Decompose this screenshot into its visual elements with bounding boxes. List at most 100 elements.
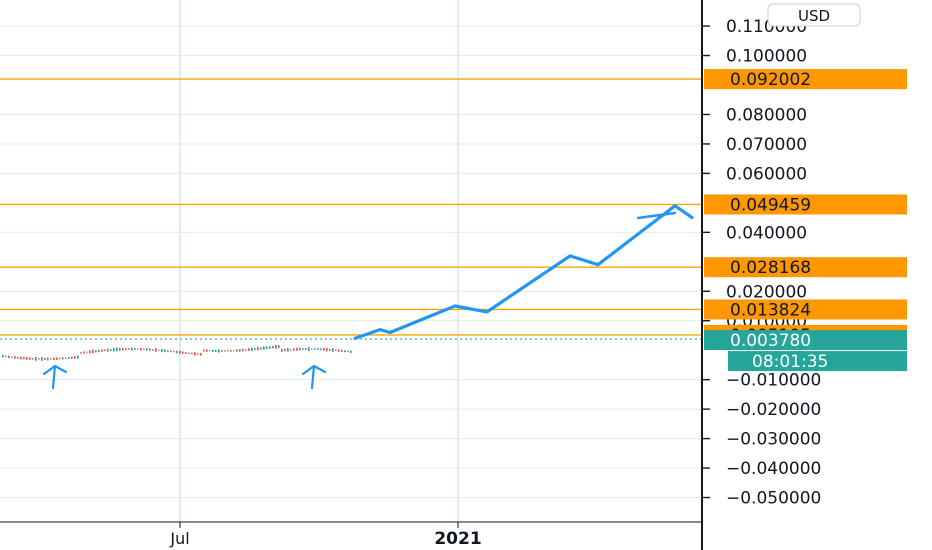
- price-axis-label: 0.040000: [726, 223, 807, 243]
- currency-label[interactable]: USD: [798, 7, 830, 25]
- candle: [263, 346, 265, 350]
- candle: [194, 352, 196, 356]
- candle: [287, 347, 289, 352]
- price-axis-label: 0.060000: [726, 164, 807, 184]
- candle: [119, 347, 121, 351]
- candle: [338, 349, 340, 352]
- time-axis-label: Jul: [169, 529, 189, 548]
- candle: [59, 357, 61, 360]
- candle: [203, 349, 205, 352]
- candle: [92, 349, 94, 354]
- candle: [350, 350, 352, 353]
- up-arrow-icon: [301, 364, 327, 390]
- candle: [41, 357, 43, 361]
- price-axis-label: 0.100000: [726, 47, 807, 67]
- candle: [335, 349, 337, 351]
- candle: [308, 347, 310, 351]
- time-axis-label: 2021: [434, 529, 481, 549]
- candle: [89, 350, 91, 354]
- price-level-tag-label: 0.092002: [730, 70, 811, 90]
- candle: [170, 350, 172, 353]
- price-axis-label: −0.030000: [726, 430, 821, 450]
- candle: [230, 350, 232, 352]
- candle: [128, 348, 130, 350]
- candle: [101, 349, 103, 352]
- candle: [179, 350, 181, 355]
- candle: [83, 351, 85, 354]
- candle: [14, 356, 16, 359]
- candle: [221, 350, 223, 352]
- candle: [47, 357, 49, 361]
- candle: [323, 348, 325, 351]
- candle: [254, 347, 256, 351]
- candle: [209, 350, 211, 352]
- horizontal-price-levels: [0, 78, 702, 340]
- candle: [347, 350, 349, 353]
- candle: [125, 348, 127, 351]
- candle: [341, 349, 343, 352]
- candle: [302, 348, 304, 350]
- candle: [134, 348, 136, 350]
- candle: [182, 351, 184, 354]
- candle: [56, 357, 58, 361]
- candle: [167, 350, 169, 352]
- candle: [317, 348, 319, 351]
- candle: [26, 356, 28, 360]
- candle: [8, 355, 10, 359]
- candle: [110, 348, 112, 351]
- price-axis-label: 0.080000: [726, 105, 807, 125]
- annotation-arrows: [42, 364, 327, 390]
- candle: [173, 351, 175, 353]
- price-axis-label: −0.020000: [726, 400, 821, 420]
- candle: [239, 349, 241, 352]
- candle: [224, 350, 226, 352]
- candle: [215, 349, 217, 352]
- current-price-tag-label: 0.003780: [730, 331, 811, 351]
- time-axis[interactable]: Jul 2021: [0, 521, 702, 549]
- candle: [248, 348, 250, 352]
- up-arrow-icon: [42, 364, 68, 390]
- candle: [116, 347, 118, 352]
- candle: [137, 348, 139, 350]
- candle: [65, 357, 67, 359]
- price-chart[interactable]: 0.1100000.1000000.0800000.0700000.060000…: [0, 0, 932, 550]
- candle: [269, 346, 271, 349]
- candle: [140, 347, 142, 351]
- candle: [272, 345, 274, 349]
- currency-button[interactable]: USD: [767, 3, 861, 27]
- candle: [185, 352, 187, 354]
- candle: [329, 348, 331, 351]
- price-axis-label: 0.070000: [726, 135, 807, 155]
- candle: [191, 352, 193, 355]
- candle: [53, 357, 55, 361]
- candle: [11, 356, 13, 358]
- candle: [50, 358, 52, 360]
- price-candles: [2, 344, 352, 361]
- candle: [77, 355, 79, 359]
- candle: [104, 349, 106, 352]
- candle: [197, 353, 199, 355]
- candle: [236, 349, 238, 352]
- up-arrow-shaft: [51, 364, 57, 390]
- candle: [275, 344, 277, 349]
- price-level-tag-label: 0.013824: [730, 300, 811, 320]
- candle: [266, 346, 268, 350]
- chart-grid: [0, 0, 702, 522]
- candle: [326, 347, 328, 352]
- candle: [164, 349, 166, 353]
- projection-line: [353, 204, 694, 340]
- candle: [152, 349, 154, 351]
- candle: [107, 348, 109, 352]
- candle: [86, 351, 88, 353]
- price-axis-label: 0.020000: [726, 282, 807, 302]
- candle: [332, 348, 334, 352]
- candle: [278, 345, 280, 349]
- candle: [29, 357, 31, 360]
- candle: [23, 356, 25, 360]
- candle: [200, 352, 202, 356]
- candle: [284, 348, 286, 352]
- candle: [143, 348, 145, 350]
- candle: [44, 357, 46, 361]
- candle: [299, 347, 301, 351]
- candle: [5, 355, 7, 358]
